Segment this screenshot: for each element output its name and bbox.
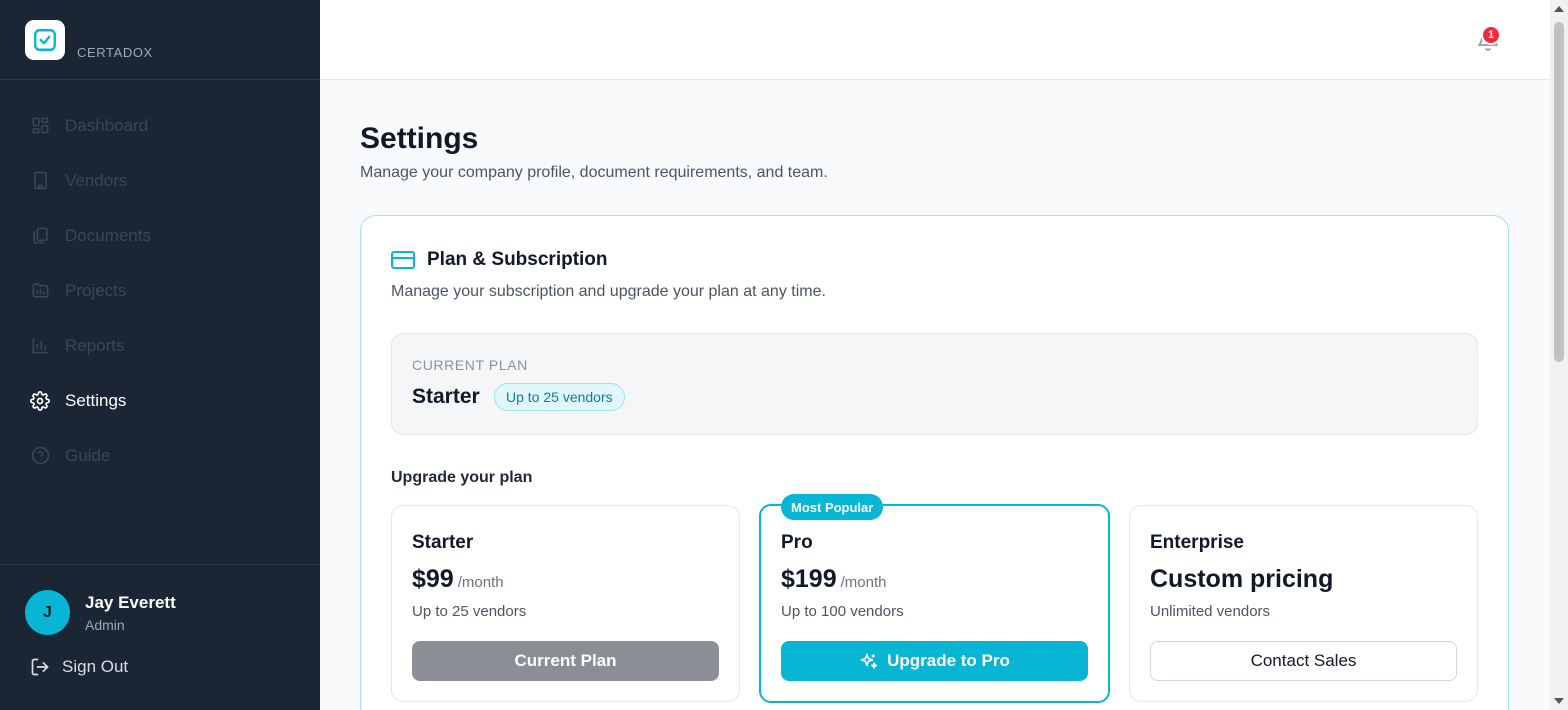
sidebar-item-settings[interactable]: Settings (0, 373, 320, 428)
topbar: 1 (320, 0, 1550, 80)
check-square-icon (34, 29, 56, 51)
sign-out-label: Sign Out (62, 657, 129, 676)
plan-card-pro: Most Popular Pro $199 /month Up to 100 v… (759, 494, 1110, 703)
plan-price-amount: $199 (781, 565, 837, 593)
current-plan-name: Starter (412, 385, 480, 408)
sidebar-item-label: Projects (65, 280, 127, 300)
sidebar-item-label: Documents (65, 225, 151, 245)
plan-subscription-card: Plan & Subscription Manage your subscrip… (360, 215, 1509, 710)
plan-card-enterprise: Enterprise Custom pricing Unlimited vend… (1129, 505, 1478, 702)
card-title: Plan & Subscription (427, 249, 608, 270)
folder-icon (30, 281, 50, 301)
user-info: Jay Everett Admin (85, 593, 176, 633)
brand: CERTADOX (0, 0, 320, 80)
plan-name: Starter (412, 532, 474, 553)
page-title: Settings (360, 122, 479, 155)
sidebar-nav: Dashboard Vendors Documents Projects Rep… (0, 98, 320, 483)
notification-badge: 1 (1481, 25, 1501, 45)
plan-price-period: /month (840, 574, 887, 591)
building-icon (30, 171, 50, 191)
upgrade-heading: Upgrade your plan (391, 469, 533, 486)
page-scrollbar[interactable] (1550, 0, 1568, 710)
sidebar-footer: J Jay Everett Admin Sign Out (0, 564, 320, 710)
most-popular-badge: Most Popular (781, 494, 884, 520)
sidebar-item-label: Dashboard (65, 115, 149, 135)
user-role: Admin (85, 616, 125, 633)
plan-description: Up to 100 vendors (781, 603, 904, 620)
sidebar-item-vendors[interactable]: Vendors (0, 153, 320, 208)
sidebar-item-dashboard[interactable]: Dashboard (0, 98, 320, 153)
main-content: Settings Manage your company profile, do… (320, 80, 1550, 710)
avatar: J (25, 590, 70, 635)
scroll-thumb[interactable] (1554, 22, 1564, 362)
plan-description: Up to 25 vendors (412, 603, 527, 620)
documents-icon (30, 226, 50, 246)
plan-price-period: /month (457, 574, 504, 591)
bar-chart-icon (30, 336, 50, 356)
current-plan-label: CURRENT PLAN (412, 357, 528, 373)
upgrade-to-pro-button[interactable]: Upgrade to Pro (781, 641, 1088, 681)
plan-name: Pro (781, 532, 813, 553)
user-name: Jay Everett (85, 592, 176, 612)
sidebar-item-documents[interactable]: Documents (0, 208, 320, 263)
sidebar-item-reports[interactable]: Reports (0, 318, 320, 373)
scroll-down-arrow[interactable] (1554, 698, 1564, 704)
page-subtitle: Manage your company profile, document re… (360, 164, 828, 181)
current-plan-button[interactable]: Current Plan (412, 641, 719, 681)
user-profile[interactable]: J Jay Everett Admin (0, 565, 320, 635)
sign-out-button[interactable]: Sign Out (0, 635, 320, 677)
credit-card-icon (391, 251, 415, 269)
vendor-limit-badge: Up to 25 vendors (494, 383, 625, 411)
sidebar-item-projects[interactable]: Projects (0, 263, 320, 318)
plan-price: $199 /month (781, 565, 886, 594)
upgrade-button-label: Upgrade to Pro (887, 651, 1010, 670)
scroll-up-arrow[interactable] (1554, 6, 1564, 12)
sidebar-item-label: Settings (65, 390, 127, 410)
plan-price: Custom pricing (1150, 565, 1333, 594)
sidebar-item-label: Vendors (65, 170, 128, 190)
contact-sales-button[interactable]: Contact Sales (1150, 641, 1457, 681)
card-subtitle: Manage your subscription and upgrade you… (391, 283, 826, 300)
sparkles-icon (860, 653, 878, 669)
sidebar-item-label: Reports (65, 335, 125, 355)
plan-card-starter: Starter $99 /month Up to 25 vendors Curr… (391, 505, 740, 702)
plan-price: $99 /month (412, 565, 504, 594)
sidebar-item-guide[interactable]: Guide (0, 428, 320, 483)
dashboard-icon (30, 116, 50, 136)
gear-icon (30, 390, 50, 411)
plan-price-amount: $99 (412, 565, 454, 593)
sidebar: CERTADOX Dashboard Vendors Documents Pro… (0, 0, 320, 710)
help-circle-icon (30, 446, 50, 466)
plan-name: Enterprise (1150, 532, 1244, 553)
log-out-icon (31, 658, 49, 676)
card-header: Plan & Subscription (391, 249, 608, 271)
sidebar-item-label: Guide (65, 445, 111, 465)
brand-logo[interactable] (25, 20, 65, 60)
plan-price-amount: Custom pricing (1150, 565, 1334, 593)
current-plan-box: CURRENT PLAN Starter Up to 25 vendors (391, 333, 1478, 435)
brand-name: CERTADOX (77, 45, 153, 60)
plan-description: Unlimited vendors (1150, 603, 1271, 620)
